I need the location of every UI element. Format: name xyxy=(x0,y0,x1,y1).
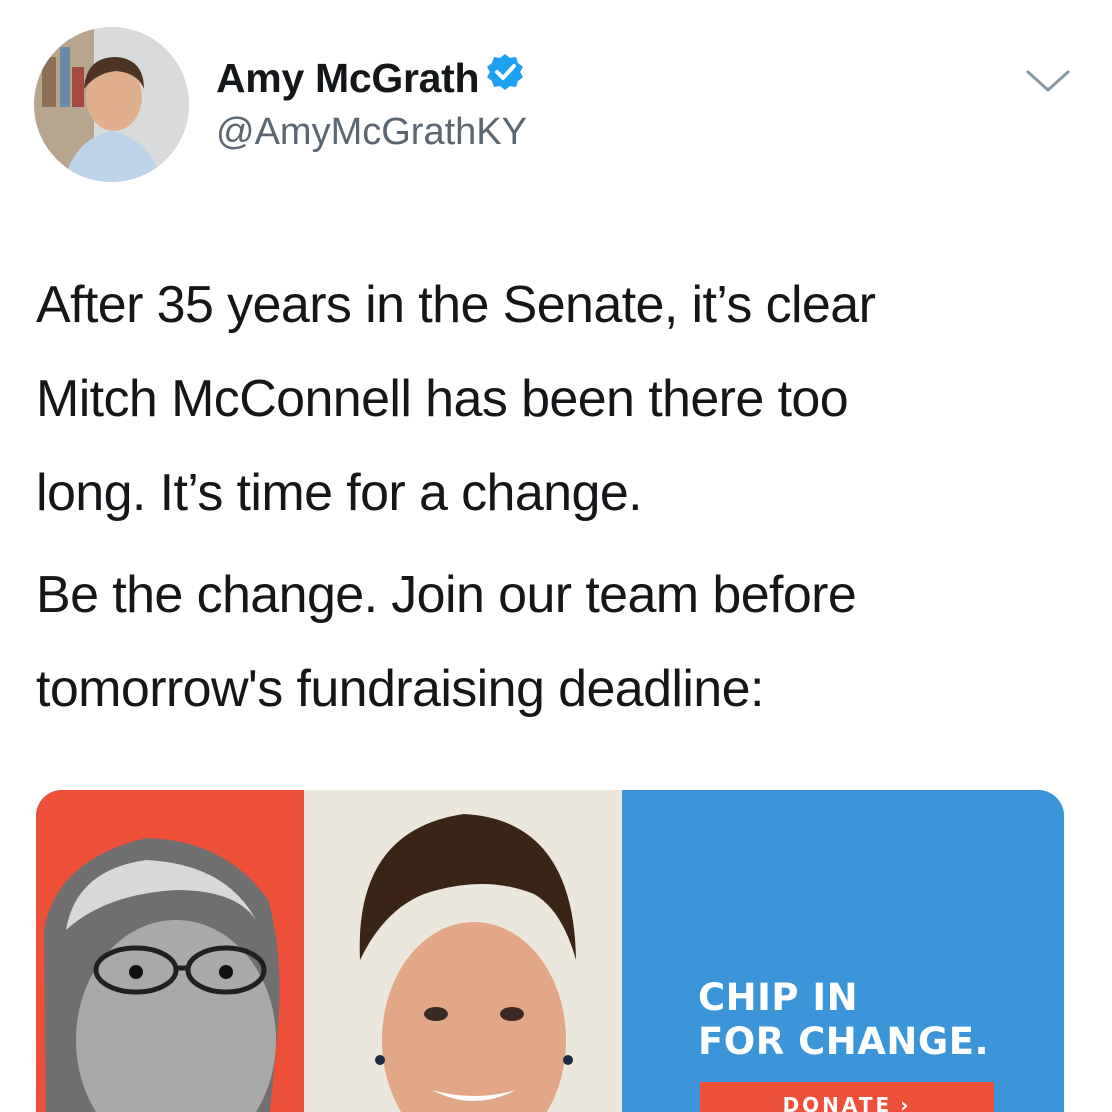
display-name-text: Amy McGrath xyxy=(216,55,480,101)
card-cta-panel: CHIP IN FOR CHANGE. DONATE › xyxy=(622,790,1064,1112)
verified-badge-icon xyxy=(485,52,525,104)
chevron-right-icon: › xyxy=(900,1093,912,1112)
portrait-image xyxy=(304,790,622,1112)
card-image-middle xyxy=(304,790,622,1112)
card-headline-line: CHIP IN xyxy=(698,976,859,1019)
tweet-paragraph: After 35 years in the Senate, it’s clear… xyxy=(36,276,876,522)
card-headline: CHIP IN FOR CHANGE. xyxy=(698,976,989,1064)
avatar[interactable] xyxy=(34,27,189,182)
profile-photo xyxy=(34,27,189,182)
user-handle[interactable]: @AmyMcGrathKY xyxy=(216,108,527,156)
portrait-image xyxy=(44,838,280,1112)
card-headline-line: FOR CHANGE. xyxy=(698,1020,990,1063)
tweet-text: After 35 years in the Senate, it’s clear… xyxy=(36,258,1086,736)
card-image-left xyxy=(36,790,304,1112)
display-name[interactable]: Amy McGrath xyxy=(216,52,525,104)
tweet-paragraph: Be the change. Join our team before tomo… xyxy=(36,566,857,718)
donate-button[interactable]: DONATE › xyxy=(700,1082,994,1112)
chevron-down-icon[interactable] xyxy=(1024,66,1072,96)
donate-button-label: DONATE xyxy=(782,1093,893,1112)
link-card[interactable]: CHIP IN FOR CHANGE. DONATE › xyxy=(36,790,1064,1112)
